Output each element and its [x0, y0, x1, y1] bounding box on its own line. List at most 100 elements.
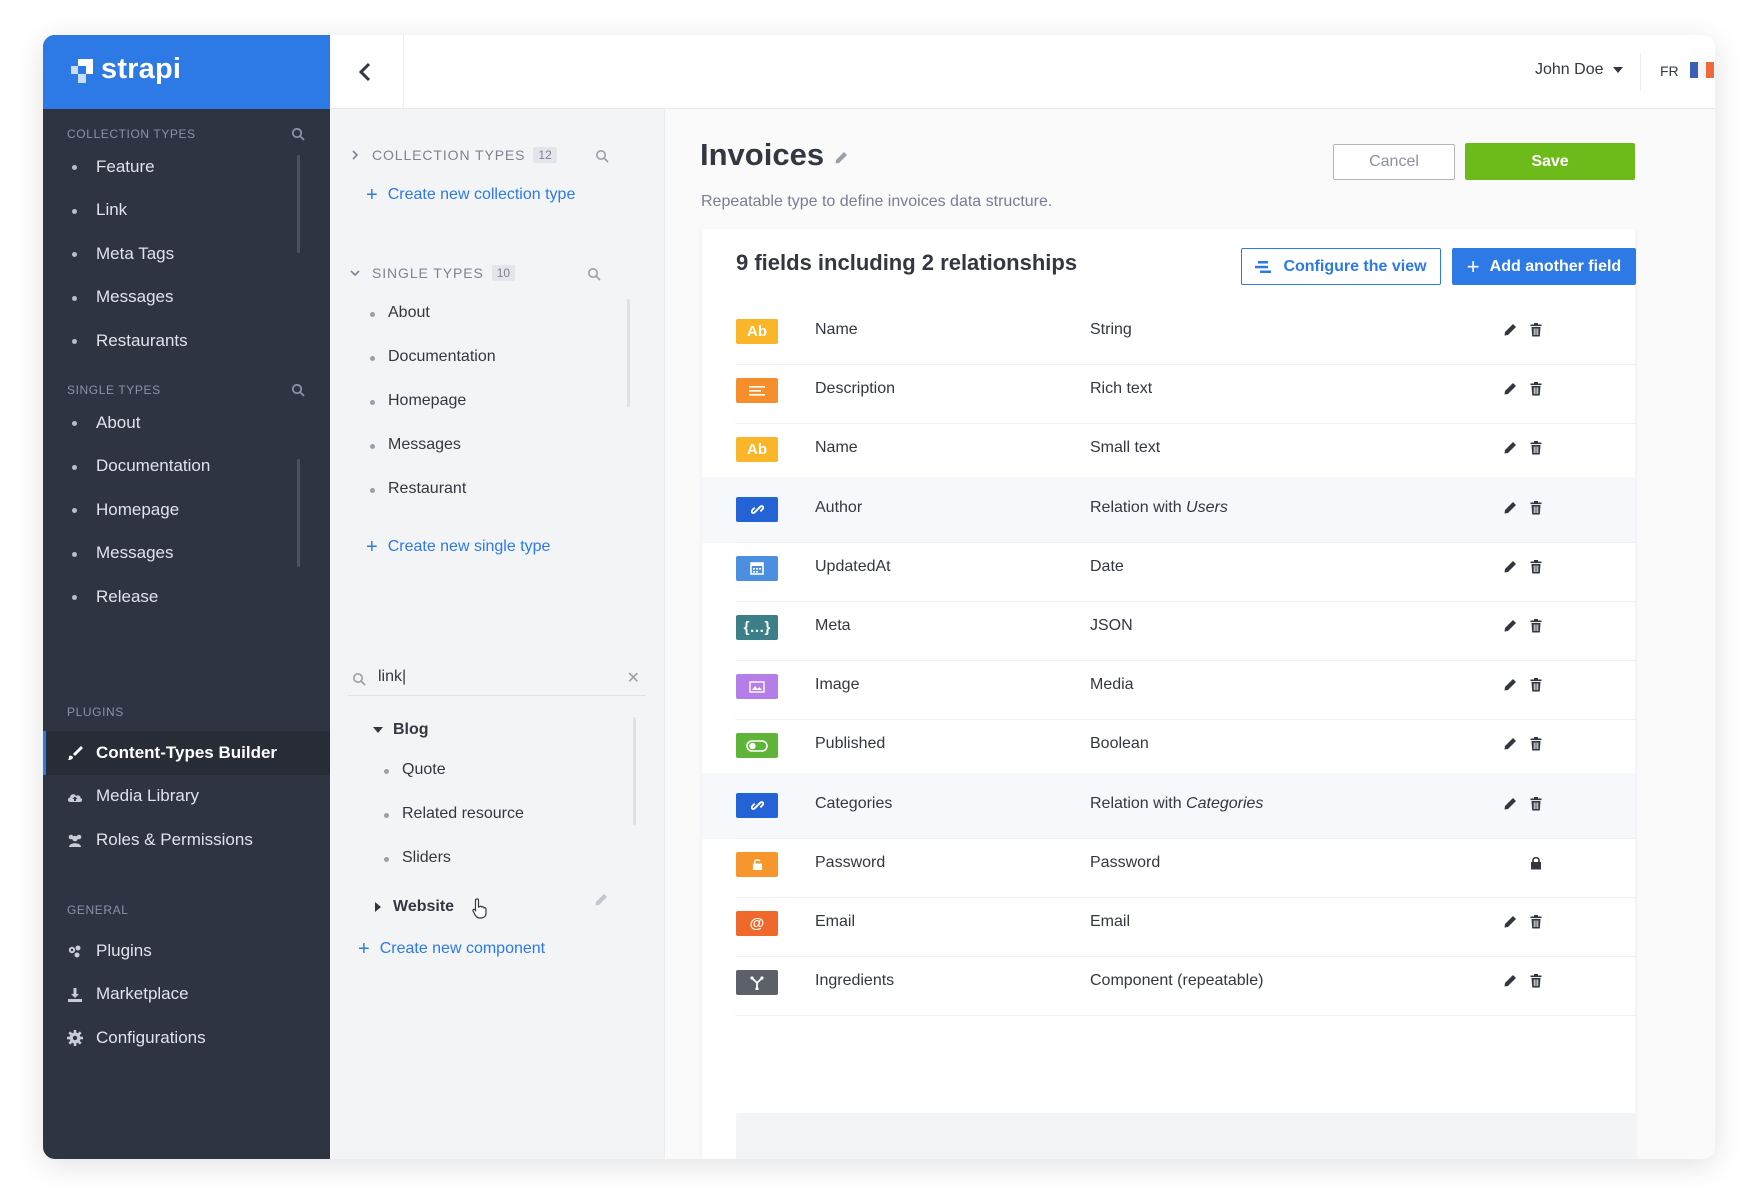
table-row[interactable]: Published Boolean [702, 713, 1635, 780]
trash-icon[interactable] [1530, 441, 1544, 456]
nav-scrollbar[interactable] [297, 155, 300, 253]
nav-item-messages[interactable]: Messages [43, 276, 330, 320]
edit-icon[interactable] [1503, 797, 1517, 812]
save-button[interactable]: Save [1465, 143, 1635, 180]
table-row[interactable]: Password Password [702, 832, 1635, 898]
trash-icon[interactable] [1530, 619, 1544, 634]
nav-item-restaurants[interactable]: Restaurants [43, 319, 330, 363]
trash-icon[interactable] [1530, 382, 1544, 397]
trash-icon[interactable] [1530, 500, 1544, 516]
plus-icon: + [1466, 253, 1480, 279]
puzzle-icon [68, 945, 81, 958]
field-type: Email [1090, 913, 1130, 931]
single-type-item[interactable]: Homepage [370, 392, 466, 410]
trash-icon[interactable] [1530, 323, 1544, 338]
table-row[interactable]: @ Email Email [702, 891, 1635, 957]
component-item[interactable]: Related resource [384, 805, 524, 823]
cancel-button[interactable]: Cancel [1333, 144, 1455, 180]
edit-icon[interactable] [594, 893, 608, 907]
nav-scrollbar[interactable] [297, 459, 300, 567]
edit-icon[interactable] [1503, 560, 1517, 575]
search-icon[interactable] [595, 149, 609, 163]
back-button[interactable] [330, 35, 404, 109]
edit-icon[interactable] [1503, 441, 1517, 456]
component-item[interactable]: Sliders [384, 849, 451, 867]
clear-icon[interactable]: ✕ [627, 668, 640, 688]
content-types-panel: COLLECTION TYPES 12 + Create new collecti… [330, 109, 665, 1159]
edit-icon[interactable] [1503, 974, 1517, 989]
add-field-button[interactable]: + Add another field [1452, 248, 1636, 285]
nav-item-meta-tags[interactable]: Meta Tags [43, 232, 330, 276]
add-component-bar[interactable] [736, 1113, 1636, 1159]
component-item[interactable]: Quote [384, 761, 446, 779]
collection-types-header[interactable]: COLLECTION TYPES 12 [350, 147, 557, 163]
edit-icon[interactable] [1503, 501, 1517, 516]
component-group-website[interactable]: Website [375, 898, 454, 916]
nav-item-messages[interactable]: Messages [43, 532, 330, 576]
table-row[interactable]: UpdatedAt Date [702, 536, 1635, 602]
trash-icon[interactable] [1530, 737, 1544, 752]
single-type-item[interactable]: Restaurant [370, 480, 466, 498]
user-menu[interactable]: John Doe [1535, 61, 1623, 79]
single-type-item[interactable]: Documentation [370, 348, 496, 366]
json-icon: {…} [736, 615, 778, 640]
table-row[interactable]: Ingredients Component (repeatable) [702, 950, 1635, 1017]
nav-item-marketplace[interactable]: Marketplace [43, 973, 330, 1017]
nav-general-list: Plugins Marketplace Configurations [43, 929, 330, 1060]
table-row[interactable]: Author Relation with Users [702, 476, 1635, 543]
nav-item-roles-permissions[interactable]: Roles & Permissions [43, 818, 330, 862]
panel-scrollbar[interactable] [633, 717, 636, 825]
item-label: Sliders [402, 849, 451, 866]
trash-icon[interactable] [1530, 796, 1544, 812]
edit-icon[interactable] [1503, 323, 1517, 338]
nav-item-label: Plugins [96, 940, 152, 960]
create-collection-type-link[interactable]: + Create new collection type [366, 185, 575, 205]
edit-icon[interactable] [1503, 737, 1517, 752]
create-component-link[interactable]: + Create new component [358, 939, 545, 959]
table-row[interactable]: Categories Relation with Categories [702, 772, 1635, 839]
panel-scrollbar[interactable] [627, 299, 630, 407]
language-code[interactable]: FR [1660, 63, 1679, 79]
field-name: Password [815, 853, 886, 871]
edit-icon[interactable] [1503, 915, 1517, 930]
brand-header[interactable]: strapi [43, 35, 330, 109]
edit-icon[interactable] [1503, 382, 1517, 397]
trash-icon[interactable] [1530, 974, 1544, 989]
nav-item-media-library[interactable]: Media Library [43, 775, 330, 819]
nav-item-configurations[interactable]: Configurations [43, 1016, 330, 1060]
bullet-icon [384, 769, 389, 774]
trash-icon[interactable] [1530, 559, 1544, 575]
edit-icon[interactable] [1503, 678, 1517, 693]
edit-icon[interactable] [1503, 619, 1517, 634]
table-row[interactable]: Ab Name Small text [702, 417, 1635, 484]
search-icon[interactable] [291, 383, 305, 397]
search-icon[interactable] [587, 267, 601, 281]
table-row[interactable]: {…} Meta JSON [702, 595, 1635, 661]
single-type-item[interactable]: Messages [370, 436, 461, 454]
field-type-text: Relation with [1090, 498, 1187, 516]
single-types-header[interactable]: SINGLE TYPES 10 [350, 265, 516, 281]
field-type: Component (repeatable) [1090, 972, 1263, 990]
nav-item-release[interactable]: Release [43, 575, 330, 619]
nav-item-link[interactable]: Link [43, 189, 330, 233]
nav-item-content-types-builder[interactable]: Content-Types Builder [43, 731, 330, 775]
configure-view-button[interactable]: Configure the view [1241, 248, 1441, 285]
nav-item-feature[interactable]: Feature [43, 145, 330, 189]
edit-icon[interactable] [834, 151, 848, 165]
nav-item-plugins[interactable]: Plugins [43, 929, 330, 973]
table-row[interactable]: Description Rich text [702, 358, 1635, 425]
nav-item-about[interactable]: About [43, 401, 330, 445]
table-row[interactable]: Ab Name String [702, 299, 1635, 365]
trash-icon[interactable] [1530, 915, 1544, 930]
france-flag-icon[interactable] [1690, 62, 1714, 78]
create-single-type-link[interactable]: + Create new single type [366, 537, 550, 557]
trash-icon[interactable] [1530, 678, 1544, 693]
component-group-blog[interactable]: Blog [373, 721, 429, 739]
component-search-input[interactable]: link| ✕ [348, 668, 646, 696]
search-icon[interactable] [291, 127, 305, 141]
nav-item-documentation[interactable]: Documentation [43, 445, 330, 489]
table-row[interactable]: Image Media [702, 654, 1635, 721]
field-name: UpdatedAt [815, 557, 891, 575]
single-type-item[interactable]: About [370, 304, 430, 322]
nav-item-homepage[interactable]: Homepage [43, 488, 330, 532]
